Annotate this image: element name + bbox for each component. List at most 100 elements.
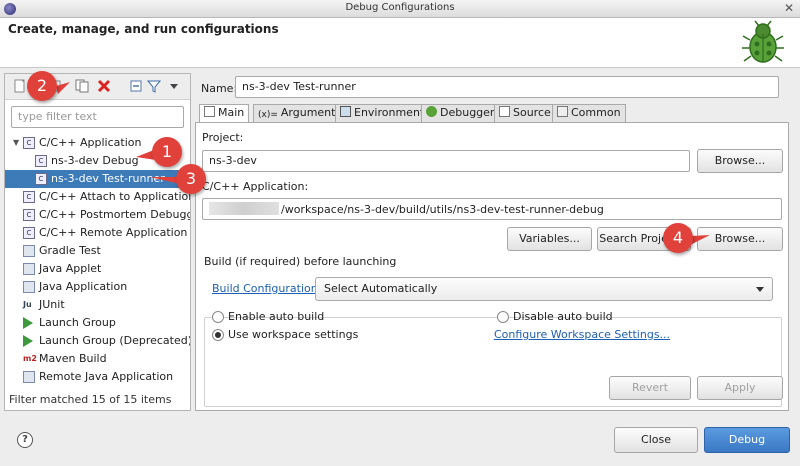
c-app-icon: C <box>23 209 35 221</box>
filter-icon[interactable] <box>147 79 161 93</box>
tree-item-label: Java Application <box>39 280 128 293</box>
tab-source[interactable]: Source <box>494 104 556 122</box>
c-app-icon: C <box>23 191 35 203</box>
dialog-heading: Create, manage, and run configurations <box>8 22 279 36</box>
main-tab-icon <box>204 106 215 117</box>
enable-auto-build-label: Enable auto build <box>228 310 325 323</box>
help-icon[interactable]: ? <box>17 432 33 448</box>
c-app-icon: C <box>23 137 35 149</box>
dialog-header: Create, manage, and run configurations <box>0 18 800 68</box>
build-configuration-link[interactable]: Build Configuration: <box>212 282 321 295</box>
tree-item-junit[interactable]: Ju JUnit <box>5 296 190 314</box>
tree-item-label: Launch Group <box>39 316 116 329</box>
tree-item-label: C/C++ Application <box>39 136 142 149</box>
close-button[interactable]: Close <box>614 427 698 453</box>
name-input[interactable]: ns-3-dev Test-runner <box>235 76 779 98</box>
new-config-icon[interactable] <box>13 79 27 93</box>
disable-auto-build-radio[interactable] <box>497 311 509 323</box>
environment-icon <box>340 106 351 117</box>
application-path: /workspace/ns-3-dev/build/utils/ns3-dev-… <box>281 203 604 216</box>
tab-environment[interactable]: Environment <box>335 104 430 122</box>
filter-input[interactable]: type filter text <box>11 106 184 128</box>
window-titlebar: Debug Configurations ✕ <box>0 0 800 18</box>
tree-item-label: Gradle Test <box>39 244 101 257</box>
collapse-all-icon[interactable] <box>129 79 143 93</box>
apply-button[interactable]: Apply <box>697 376 783 400</box>
tree-item-c-c-postmortem-debugger[interactable]: C C/C++ Postmortem Debugger <box>5 206 190 224</box>
tree-item-label: C/C++ Remote Application <box>39 226 188 239</box>
maven-icon: m2 <box>23 354 37 363</box>
applet-icon <box>23 263 35 275</box>
application-input[interactable]: /workspace/ns-3-dev/build/utils/ns3-dev-… <box>202 198 782 220</box>
variables-button[interactable]: Variables... <box>507 227 592 251</box>
tab-debugger[interactable]: Debugger <box>421 104 500 122</box>
enable-auto-build-radio[interactable] <box>212 311 224 323</box>
browse-application-button[interactable]: Browse... <box>697 227 783 251</box>
browse-project-button[interactable]: Browse... <box>697 149 783 173</box>
tree-item-c-c-remote-application[interactable]: C C/C++ Remote Application <box>5 224 190 242</box>
name-label: Name: <box>201 82 238 95</box>
common-icon <box>557 106 568 117</box>
tree-item-label: C/C++ Attach to Application <box>39 190 190 203</box>
callout-marker-1: 1 <box>152 137 182 167</box>
build-configuration-value: Select Automatically <box>324 282 438 295</box>
use-workspace-label: Use workspace settings <box>228 328 359 341</box>
gradle-icon <box>23 245 35 257</box>
build-group-title: Build (if required) before launching <box>202 255 399 268</box>
disable-auto-build-label: Disable auto build <box>513 310 613 323</box>
debug-button[interactable]: Debug <box>704 427 790 453</box>
configure-workspace-link[interactable]: Configure Workspace Settings... <box>494 328 670 341</box>
tree-item-label: C/C++ Postmortem Debugger <box>39 208 190 221</box>
revert-button[interactable]: Revert <box>609 376 691 400</box>
tree-item-label: Maven Build <box>39 352 107 365</box>
expand-chevron-icon[interactable]: ▼ <box>13 134 19 152</box>
tab-common-label: Common <box>571 106 621 119</box>
view-menu-chevron-down-icon[interactable] <box>167 79 181 93</box>
launch-group-deprecated-icon <box>23 335 33 347</box>
tree-item-launch-group-deprecated[interactable]: Launch Group (Deprecated) <box>5 332 190 350</box>
java-app-icon <box>23 281 35 293</box>
tree-item-gradle-test[interactable]: Gradle Test <box>5 242 190 260</box>
tab-main[interactable]: Main <box>199 104 250 123</box>
tree-item-label: ns-3-dev Debug <box>51 154 139 167</box>
callout-marker-2: 2 <box>27 71 57 101</box>
configuration-tree: ▼ C C/C++ Application Cns-3-dev Debug Cns-3-… <box>5 134 190 386</box>
tab-arguments[interactable]: (x)= Arguments <box>253 104 347 122</box>
project-input[interactable]: ns-3-dev <box>202 150 690 172</box>
tree-item-remote-java-application[interactable]: Remote Java Application <box>5 368 190 386</box>
chevron-down-icon <box>756 287 764 292</box>
configuration-list-panel: type filter text ▼ C C/C++ Application Cns-… <box>4 73 191 411</box>
debug-bug-icon <box>742 20 784 63</box>
arguments-icon: (x)= <box>258 110 278 120</box>
callout-marker-3: 3 <box>176 164 206 194</box>
tree-item-maven-build[interactable]: m2 Maven Build <box>5 350 190 368</box>
tab-common[interactable]: Common <box>552 104 626 122</box>
tab-source-label: Source <box>513 106 551 119</box>
tree-item-java-applet[interactable]: Java Applet <box>5 260 190 278</box>
main-tab-content: Project: ns-3-dev Browse... C/C++ Applic… <box>195 122 789 411</box>
tree-item-ns-3-dev-test-runner[interactable]: Cns-3-dev Test-runner <box>5 170 190 188</box>
application-label: C/C++ Application: <box>202 180 309 193</box>
tab-environment-label: Environment <box>354 106 425 119</box>
tree-item-label: JUnit <box>39 298 65 311</box>
junit-icon: Ju <box>23 300 32 309</box>
use-workspace-radio[interactable] <box>212 329 224 341</box>
remote-java-icon <box>23 371 35 383</box>
tree-item-label: Java Applet <box>39 262 102 275</box>
tree-item-java-application[interactable]: Java Application <box>5 278 190 296</box>
c-app-icon: C <box>23 227 35 239</box>
tab-arguments-label: Arguments <box>280 106 342 119</box>
c-config-icon: C <box>35 173 47 185</box>
c-config-icon: C <box>35 155 47 167</box>
window-title: Debug Configurations <box>345 2 455 13</box>
tree-item-c-c-attach-to-application[interactable]: C C/C++ Attach to Application <box>5 188 190 206</box>
close-window-icon[interactable]: ✕ <box>784 1 794 15</box>
tree-item-launch-group[interactable]: Launch Group <box>5 314 190 332</box>
duplicate-config-icon[interactable] <box>75 79 89 93</box>
build-configuration-select[interactable]: Select Automatically <box>315 277 773 301</box>
tree-item-label: ns-3-dev Test-runner <box>51 172 165 185</box>
tab-main-label: Main <box>218 106 245 119</box>
delete-config-icon[interactable] <box>97 79 111 93</box>
launch-group-icon <box>23 317 33 329</box>
filter-status: Filter matched 15 of 15 items <box>9 393 172 406</box>
